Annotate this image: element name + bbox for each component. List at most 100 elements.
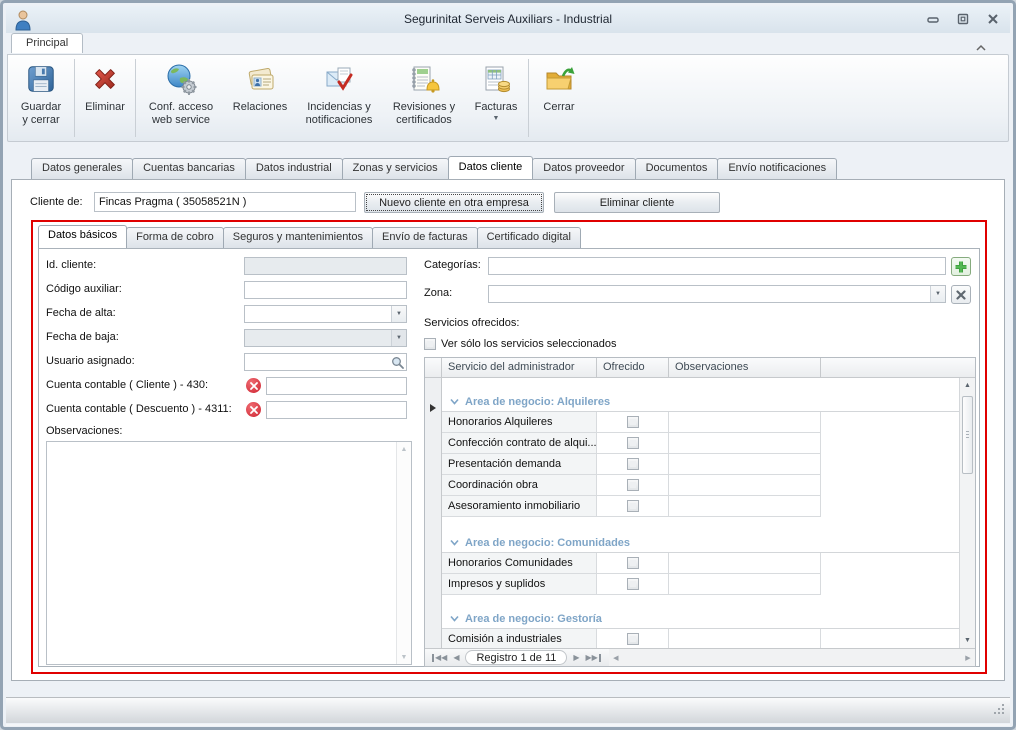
scrollbar-thumb[interactable] <box>962 396 973 474</box>
observations-cell[interactable] <box>669 433 821 454</box>
cuenta-descuento-input[interactable] <box>266 401 407 419</box>
tab-cuentas-bancarias[interactable]: Cuentas bancarias <box>132 158 246 179</box>
revisions-certificates-button[interactable]: Revisiones y certificados <box>382 57 466 139</box>
main-tab-strip: Datos generales Cuentas bancarias Datos … <box>11 157 1005 179</box>
scroll-left-icon[interactable]: ◀ <box>609 649 623 666</box>
table-row[interactable]: Coordinación obra <box>442 475 959 496</box>
zona-dropdown[interactable]: ▼ <box>488 285 946 303</box>
minimize-button[interactable] <box>926 12 940 26</box>
grid-vertical-scrollbar[interactable]: ▲ ▼ <box>959 378 975 648</box>
search-icon[interactable] <box>391 356 404 374</box>
tab-datos-basicos[interactable]: Datos básicos <box>38 225 127 248</box>
observations-cell[interactable] <box>669 629 821 648</box>
offered-checkbox[interactable] <box>627 437 639 449</box>
chevron-down-icon[interactable]: ▼ <box>930 286 945 302</box>
group-row-gestoria[interactable]: Area de negocio: Gestoría <box>442 609 959 629</box>
eliminar-cliente-button[interactable]: Eliminar cliente <box>554 192 720 213</box>
close-button[interactable] <box>986 12 1000 26</box>
categorias-input[interactable] <box>488 257 946 275</box>
codigo-auxiliar-label: Código auxiliar: <box>46 283 122 295</box>
invoices-button[interactable]: Facturas ▼ <box>466 57 526 139</box>
nuevo-cliente-button[interactable]: Nuevo cliente en otra empresa <box>364 192 544 213</box>
scroll-down-icon[interactable]: ▼ <box>960 633 975 648</box>
observations-cell[interactable] <box>669 454 821 475</box>
tab-datos-proveedor[interactable]: Datos proveedor <box>532 158 635 179</box>
save-and-close-button[interactable]: Guardar y cerrar <box>10 57 72 139</box>
observations-cell[interactable] <box>669 412 821 433</box>
chevron-down-icon: ▼ <box>391 330 406 346</box>
group-collapse-icon[interactable] <box>450 615 459 622</box>
table-row[interactable]: Impresos y suplidos <box>442 574 959 595</box>
column-header-ofrecido[interactable]: Ofrecido <box>597 358 669 377</box>
service-name-cell: Coordinación obra <box>442 475 597 496</box>
fecha-alta-dropdown[interactable]: ▼ <box>244 305 407 323</box>
window-title: Segurinitat Serveis Auxiliars - Industri… <box>6 12 1010 26</box>
usuario-asignado-input[interactable] <box>244 353 407 371</box>
cliente-de-input[interactable] <box>94 192 356 212</box>
web-service-config-button[interactable]: Conf. acceso web service <box>138 57 224 139</box>
next-record-button[interactable]: ▶ <box>570 653 582 662</box>
table-row[interactable]: Honorarios Alquileres <box>442 412 959 433</box>
service-name-cell: Comisión a industriales <box>442 629 597 648</box>
tab-datos-generales[interactable]: Datos generales <box>31 158 133 179</box>
table-row[interactable]: Asesoramiento inmobiliario <box>442 496 959 517</box>
offered-checkbox[interactable] <box>627 458 639 470</box>
column-header-servicio[interactable]: Servicio del administrador <box>442 358 597 377</box>
scroll-right-icon[interactable]: ▶ <box>961 649 975 666</box>
ribbon-tab-principal[interactable]: Principal <box>11 33 83 53</box>
save-icon <box>25 63 57 99</box>
clear-zona-button[interactable] <box>951 285 971 304</box>
tab-documentos[interactable]: Documentos <box>635 158 719 179</box>
incidents-notifications-button[interactable]: Incidencias y notificaciones <box>296 57 382 139</box>
last-record-button[interactable]: ▶▶ <box>583 653 605 662</box>
cuenta-cliente-input[interactable] <box>266 377 407 395</box>
textarea-scrollbar[interactable]: ▲ ▼ <box>396 442 411 664</box>
offered-checkbox[interactable] <box>627 633 639 645</box>
column-header-observaciones[interactable]: Observaciones <box>669 358 821 377</box>
relations-button[interactable]: Relaciones <box>224 57 296 139</box>
offered-checkbox[interactable] <box>627 500 639 512</box>
offered-checkbox[interactable] <box>627 578 639 590</box>
tab-envio-notificaciones[interactable]: Envío notificaciones <box>717 158 837 179</box>
add-category-button[interactable] <box>951 257 971 276</box>
grid-horizontal-scrollbar[interactable]: ◀ ▶ <box>609 649 975 666</box>
chevron-down-icon[interactable]: ▼ <box>391 306 406 322</box>
tab-datos-industrial[interactable]: Datos industrial <box>245 158 343 179</box>
offered-checkbox[interactable] <box>627 416 639 428</box>
tab-forma-de-cobro[interactable]: Forma de cobro <box>126 227 224 248</box>
close-form-button[interactable]: Cerrar <box>531 57 587 139</box>
tab-envio-facturas[interactable]: Envío de facturas <box>372 227 478 248</box>
previous-record-button[interactable]: ◀ <box>450 653 462 662</box>
group-collapse-icon[interactable] <box>450 398 459 405</box>
observations-cell[interactable] <box>669 574 821 595</box>
group-row-comunidades[interactable]: Area de negocio: Comunidades <box>442 533 959 553</box>
offered-cell <box>597 475 669 496</box>
tab-zonas-servicios[interactable]: Zonas y servicios <box>342 158 449 179</box>
restore-button[interactable] <box>956 12 970 26</box>
table-row[interactable]: Honorarios Comunidades <box>442 553 959 574</box>
delete-button[interactable]: Eliminar <box>77 57 133 139</box>
offered-checkbox[interactable] <box>627 479 639 491</box>
observations-cell[interactable] <box>669 553 821 574</box>
filter-services-checkbox[interactable] <box>424 338 436 350</box>
id-cliente-label: Id. cliente: <box>46 259 96 271</box>
first-record-button[interactable]: ◀◀ <box>428 653 450 662</box>
group-row-alquileres[interactable]: Area de negocio: Alquileres <box>442 392 959 412</box>
scroll-down-icon[interactable]: ▼ <box>397 650 411 664</box>
scroll-up-icon[interactable]: ▲ <box>397 442 411 456</box>
offered-checkbox[interactable] <box>627 557 639 569</box>
observations-cell[interactable] <box>669 496 821 517</box>
table-row[interactable]: Presentación demanda <box>442 454 959 475</box>
observations-cell[interactable] <box>669 475 821 496</box>
codigo-auxiliar-input[interactable] <box>244 281 407 299</box>
tab-seguros-mantenimientos[interactable]: Seguros y mantenimientos <box>223 227 373 248</box>
service-name-cell: Honorarios Comunidades <box>442 553 597 574</box>
group-collapse-icon[interactable] <box>450 539 459 546</box>
scroll-up-icon[interactable]: ▲ <box>960 378 975 393</box>
tab-datos-cliente[interactable]: Datos cliente <box>448 156 534 179</box>
table-row[interactable]: Confección contrato de alqui... <box>442 433 959 454</box>
observaciones-textarea[interactable]: ▲ ▼ <box>46 441 412 665</box>
table-row[interactable]: Comisión a industriales <box>442 629 959 648</box>
resize-grip[interactable] <box>994 701 1005 719</box>
tab-certificado-digital[interactable]: Certificado digital <box>477 227 581 248</box>
